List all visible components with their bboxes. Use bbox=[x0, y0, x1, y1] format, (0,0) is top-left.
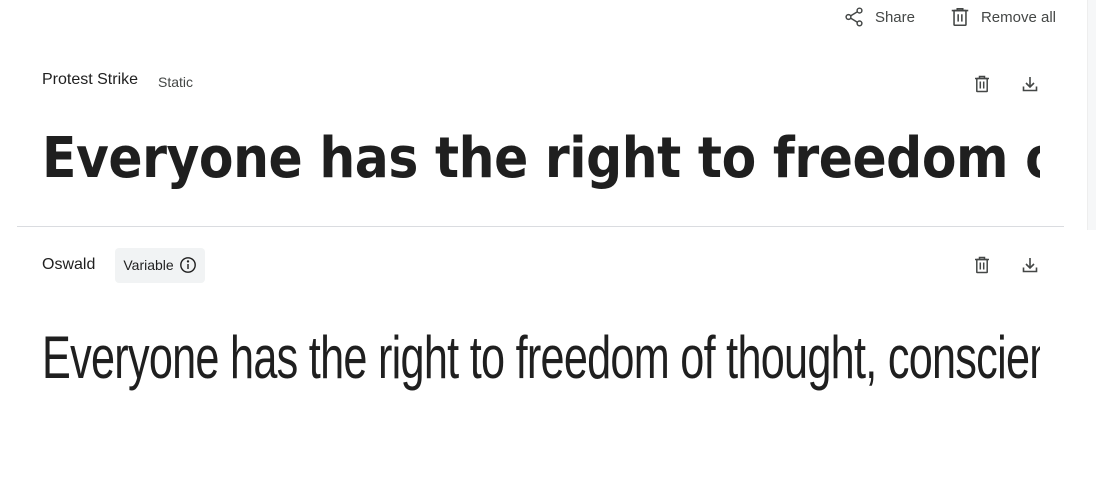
remove-all-button[interactable]: Remove all bbox=[949, 6, 1056, 28]
font-name[interactable]: Oswald bbox=[42, 256, 95, 274]
info-icon[interactable] bbox=[179, 256, 197, 274]
share-button[interactable]: Share bbox=[843, 6, 915, 28]
font-card-header: Protest Strike Static bbox=[42, 60, 1064, 104]
font-card-header: Oswald Variable bbox=[42, 242, 1064, 288]
variable-tag-label: Variable bbox=[123, 257, 174, 273]
share-label: Share bbox=[874, 8, 915, 26]
preview-text: Everyone has the right to freedom of tho… bbox=[42, 324, 1040, 391]
static-tag: Static bbox=[158, 74, 194, 90]
panel-edge bbox=[1087, 0, 1096, 230]
trash-icon bbox=[949, 6, 971, 28]
variable-tag[interactable]: Variable bbox=[115, 247, 205, 283]
top-actions-bar: Share Remove all bbox=[843, 4, 1056, 30]
font-card-oswald: Oswald Variable Everyone has the right t… bbox=[17, 242, 1064, 402]
font-card-protest-strike: Protest Strike Static Everyone has the r… bbox=[17, 60, 1064, 227]
selected-families-page: Share Remove all Protest Strike Static E… bbox=[0, 0, 1096, 491]
share-icon bbox=[843, 6, 865, 28]
trash-icon[interactable] bbox=[973, 256, 991, 274]
download-icon[interactable] bbox=[1021, 75, 1039, 93]
trash-icon[interactable] bbox=[973, 75, 991, 93]
download-icon[interactable] bbox=[1021, 256, 1039, 274]
font-card-actions bbox=[973, 242, 1039, 288]
preview-text: Everyone has the right to freedom of tho… bbox=[42, 126, 1040, 191]
font-name[interactable]: Protest Strike bbox=[42, 71, 138, 89]
font-preview[interactable]: Everyone has the right to freedom of tho… bbox=[42, 318, 1040, 398]
font-card-actions bbox=[973, 60, 1039, 108]
remove-all-label: Remove all bbox=[980, 8, 1056, 26]
font-preview[interactable]: Everyone has the right to freedom of tho… bbox=[42, 124, 1040, 194]
